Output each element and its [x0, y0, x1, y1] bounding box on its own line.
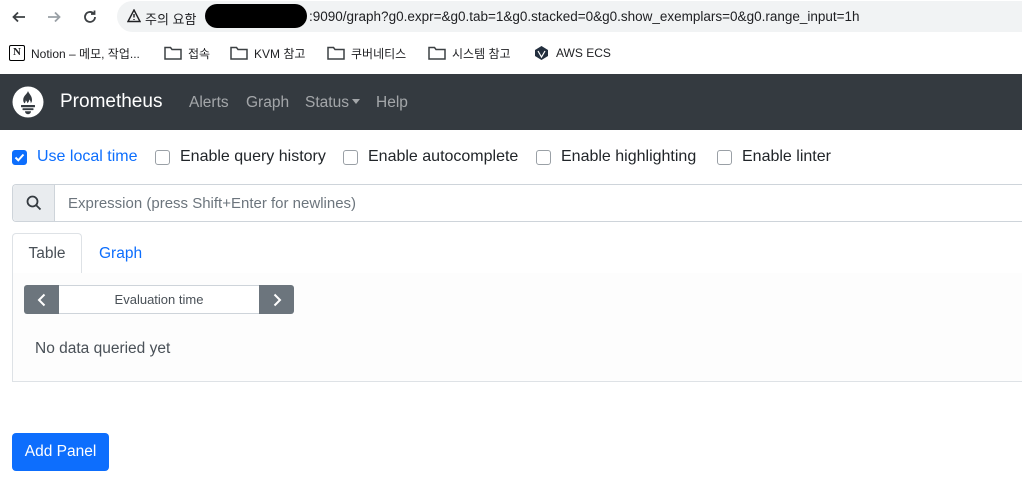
prometheus-navbar: Prometheus Alerts Graph Status Help [0, 74, 1022, 130]
security-status-text[interactable]: 주의 요함 [145, 9, 196, 28]
eval-time-next-button[interactable] [259, 285, 294, 314]
option-use-local-time[interactable]: Use local time [12, 147, 137, 167]
option-label: Enable highlighting [561, 148, 697, 165]
bookmark-label: Notion – 메모, 작업... [31, 46, 140, 61]
reload-icon [84, 10, 96, 23]
table-panel: No data queried yet [12, 273, 1022, 382]
folder-icon [230, 46, 248, 60]
bookmark-label: 쿠버네티스 [351, 46, 407, 61]
bookmark-folder-kvm[interactable]: KVM 참고 [230, 43, 305, 63]
option-label: Enable linter [742, 148, 831, 165]
back-button[interactable] [8, 6, 30, 28]
checkmark-icon [14, 153, 25, 162]
evaluation-time-input[interactable] [59, 285, 259, 314]
nav-graph[interactable]: Graph [246, 94, 289, 112]
bookmark-label: 접속 [188, 46, 211, 61]
expression-input[interactable] [56, 185, 1016, 221]
option-enable-query-history[interactable]: Enable query history [155, 147, 326, 167]
option-label: Enable query history [180, 148, 326, 165]
bookmark-folder-connect[interactable]: 접속 [164, 43, 210, 63]
bookmark-folder-system[interactable]: 시스템 참고 [428, 43, 511, 63]
bookmark-notion[interactable]: N Notion – 메모, 작업... [9, 43, 140, 63]
warning-icon[interactable] [127, 9, 141, 23]
forward-button[interactable] [43, 6, 65, 28]
bookmarks-bar: N Notion – 메모, 작업... 접속 KVM 참고 쿠버네티스 시스템… [0, 37, 1022, 69]
folder-icon [164, 46, 182, 60]
nav-status[interactable]: Status [305, 94, 360, 112]
checkbox-enable-query-history[interactable] [155, 149, 170, 165]
search-icon [26, 195, 41, 211]
address-bar[interactable]: 주의 요함 :9090/graph?g0.expr=&g0.tab=1&g0.s… [117, 1, 1022, 32]
reload-button[interactable] [79, 6, 101, 28]
option-enable-autocomplete[interactable]: Enable autocomplete [343, 147, 518, 167]
bookmark-label: 시스템 참고 [452, 46, 511, 61]
nav-help[interactable]: Help [376, 94, 408, 112]
no-data-message: No data queried yet [35, 340, 171, 357]
prometheus-logo-icon[interactable] [12, 86, 44, 118]
aws-ecs-icon [535, 46, 548, 60]
checkbox-enable-highlighting[interactable] [536, 149, 551, 165]
chevron-right-icon [273, 293, 281, 306]
panel-tabs: Table Graph [12, 233, 1022, 275]
chevron-left-icon [37, 293, 45, 306]
expression-input-group [12, 184, 1022, 222]
notion-icon: N [9, 45, 25, 61]
tab-graph[interactable]: Graph [83, 233, 158, 274]
option-label: Enable autocomplete [368, 148, 519, 165]
caret-down-icon [351, 99, 360, 105]
nav-status-label: Status [305, 94, 349, 111]
option-enable-highlighting[interactable]: Enable highlighting [536, 147, 696, 167]
bookmark-folder-kubernetes[interactable]: 쿠버네티스 [327, 43, 406, 63]
add-panel-button[interactable]: Add Panel [12, 433, 109, 471]
bookmark-label: KVM 참고 [254, 46, 306, 61]
url-text[interactable]: :9090/graph?g0.expr=&g0.tab=1&g0.stacked… [309, 9, 860, 24]
browser-toolbar: 주의 요함 :9090/graph?g0.expr=&g0.tab=1&g0.s… [0, 0, 1022, 34]
option-enable-linter[interactable]: Enable linter [717, 147, 831, 167]
brand-title[interactable]: Prometheus [60, 91, 162, 113]
search-icon-wrapper [13, 185, 55, 221]
nav-alerts[interactable]: Alerts [189, 94, 229, 112]
eval-time-prev-button[interactable] [24, 285, 59, 314]
checkbox-enable-linter[interactable] [717, 149, 732, 165]
bookmark-label: AWS ECS [556, 46, 611, 60]
bookmark-aws-ecs[interactable]: AWS ECS [533, 43, 611, 63]
evaluation-time-group [24, 285, 294, 314]
redacted-hostname [205, 4, 307, 28]
folder-icon [327, 46, 345, 60]
arrow-right-icon [48, 11, 61, 23]
tab-table[interactable]: Table [12, 233, 82, 275]
folder-icon [428, 46, 446, 60]
checkbox-enable-autocomplete[interactable] [343, 149, 358, 165]
option-label: Use local time [37, 148, 138, 165]
checkbox-use-local-time[interactable] [12, 149, 27, 165]
arrow-left-icon [12, 11, 25, 23]
